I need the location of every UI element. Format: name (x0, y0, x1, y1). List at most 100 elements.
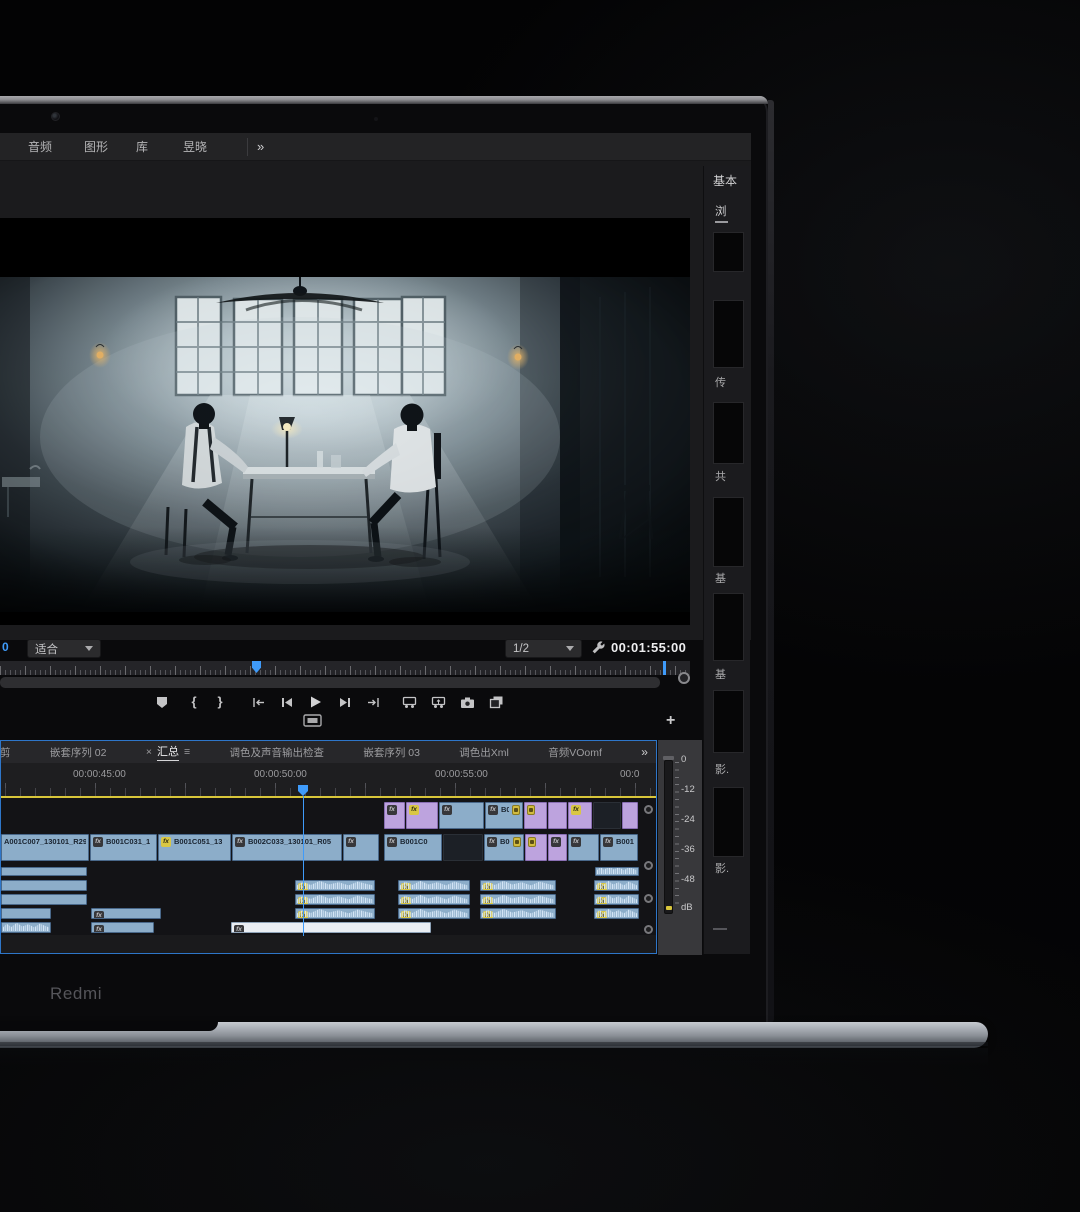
timeline-clip[interactable]: fxB002C033_130101_R05 (232, 834, 342, 861)
fx-badge[interactable]: fx (488, 805, 498, 815)
template-thumbnail[interactable] (713, 232, 744, 272)
timeline-clip[interactable]: fx (480, 894, 556, 905)
timeline-clip[interactable]: fx (384, 802, 405, 829)
monitor-settings-button[interactable] (591, 640, 606, 660)
mark-in-button[interactable]: { (185, 692, 203, 712)
export-frame-button[interactable] (458, 692, 476, 712)
timeline-clip[interactable]: fx (91, 908, 161, 919)
timeline-clip[interactable]: fx (594, 880, 639, 891)
timeline-tab-nested-03[interactable]: 嵌套序列 03 (363, 745, 420, 760)
fx-badge[interactable]: fx (603, 837, 613, 847)
zoom-fit-select[interactable]: 适合 (27, 639, 101, 658)
timeline-tab-color-check[interactable]: 调色及声音输出检查 (229, 745, 324, 760)
timeline-clip[interactable] (1, 908, 51, 919)
timeline-clip[interactable] (1, 880, 87, 891)
close-icon[interactable]: × (146, 746, 152, 758)
add-marker-button[interactable] (153, 692, 171, 712)
timeline-clip[interactable] (1, 922, 51, 933)
timeline-ruler[interactable]: 00:00:45:00 00:00:50:00 00:00:55:00 00:0 (1, 763, 656, 796)
timeline-clip[interactable]: fxB00 (484, 834, 524, 861)
timeline-clip[interactable] (593, 802, 621, 829)
tab-overflow-chevron-icon[interactable]: » (257, 133, 264, 161)
fx-badge[interactable]: fx (234, 925, 244, 933)
timeline-tab-active[interactable]: × 汇总 ≡ (146, 743, 190, 761)
timeline-tab-color-xml[interactable]: 调色出Xml (459, 745, 509, 760)
fx-badge[interactable]: fx (93, 837, 103, 847)
timeline-clip[interactable]: A001C007_130101_R29 (1, 834, 89, 861)
timeline-clip[interactable]: fxB001C051_13 (158, 834, 231, 861)
fx-badge[interactable]: fx (487, 837, 497, 847)
timeline-clip[interactable]: fx (343, 834, 379, 861)
template-thumbnail[interactable] (713, 497, 744, 567)
right-panel-tab[interactable]: 基本 (713, 172, 737, 189)
button-editor-button[interactable] (303, 714, 322, 732)
monitor-horizontal-scrollbar[interactable] (0, 677, 660, 688)
mark-out-button[interactable]: } (211, 692, 229, 712)
right-panel-browse-tab[interactable]: 浏 (715, 203, 727, 219)
step-back-button[interactable] (278, 692, 296, 712)
extract-button[interactable] (429, 692, 447, 712)
fx-badge[interactable]: fx (94, 911, 104, 919)
timeline-clip[interactable] (548, 802, 567, 829)
step-forward-button[interactable] (336, 692, 354, 712)
template-thumbnail[interactable] (713, 402, 744, 464)
timeline-clip[interactable] (1, 894, 87, 905)
timeline-clip[interactable] (622, 802, 638, 829)
tab-audio[interactable]: 音频 (28, 133, 52, 161)
timeline-clip[interactable]: fx (398, 908, 470, 919)
template-thumbnail[interactable] (713, 787, 744, 857)
fx-badge[interactable]: fx (94, 925, 104, 933)
timeline-clip[interactable]: fx (548, 834, 567, 861)
timeline-clip[interactable]: fx (295, 894, 375, 905)
timeline-clip[interactable]: fx (231, 922, 431, 933)
timeline-clip[interactable]: fx (91, 922, 154, 933)
fx-badge[interactable]: fx (409, 805, 419, 815)
timeline-clip[interactable]: fx (295, 880, 375, 891)
fx-badge[interactable]: fx (571, 805, 581, 815)
track-scroll-knob[interactable] (644, 805, 653, 814)
timeline-clip[interactable]: fx (406, 802, 438, 829)
timeline-clip[interactable]: fxB00 (485, 802, 523, 829)
fx-badge[interactable]: fx (387, 805, 397, 815)
template-thumbnail[interactable] (713, 593, 744, 661)
template-thumbnail[interactable] (713, 690, 744, 753)
timeline-clip[interactable]: fxB001 (600, 834, 638, 861)
monitor-scrub-ruler[interactable] (0, 661, 690, 675)
fx-badge[interactable]: fx (571, 837, 581, 847)
track-scroll-knob[interactable] (644, 894, 653, 903)
timeline-clip[interactable]: fx (480, 908, 556, 919)
panel-menu-icon[interactable]: ≡ (184, 746, 190, 758)
timeline-clip[interactable] (525, 834, 547, 861)
fx-badge[interactable]: fx (387, 837, 397, 847)
timeline-tab-audio-vo[interactable]: 音频VOomf (548, 745, 602, 760)
fx-badge[interactable]: fx (346, 837, 356, 847)
timeline-tab-nested-02[interactable]: 嵌套序列 02 (50, 745, 107, 760)
timeline-clip[interactable] (524, 802, 547, 829)
timeline-clip[interactable]: fx (568, 834, 599, 861)
timeline-clip[interactable] (595, 867, 639, 876)
fx-badge[interactable]: fx (161, 837, 171, 847)
timeline-clip[interactable] (1, 867, 87, 876)
timeline-clip[interactable]: fx (594, 894, 639, 905)
timeline-clip[interactable]: fx (439, 802, 484, 829)
panel-resize-handle[interactable] (713, 928, 727, 930)
timeline-clip[interactable]: fx (398, 894, 470, 905)
fx-badge[interactable]: fx (442, 805, 452, 815)
timeline-clip[interactable]: fx (295, 908, 375, 919)
timeline-clip[interactable]: fx (398, 880, 470, 891)
timeline-tab-overflow-chevron-icon[interactable]: » (641, 745, 648, 759)
timeline-clip[interactable] (443, 834, 483, 861)
timeline-clip[interactable]: fx (480, 880, 556, 891)
timeline-clip[interactable]: fx (594, 908, 639, 919)
track-scroll-knob[interactable] (644, 925, 653, 934)
fx-badge[interactable]: fx (551, 837, 561, 847)
timeline-clip[interactable]: fxB001C031_1 (90, 834, 157, 861)
add-button[interactable]: + (666, 712, 675, 730)
timeline-clip[interactable]: fx (568, 802, 592, 829)
tab-yuxiao[interactable]: 昱晓 (183, 133, 207, 161)
fx-badge[interactable]: fx (235, 837, 245, 847)
timeline-tab-clipped[interactable]: 剪 (0, 745, 11, 760)
lift-button[interactable] (400, 692, 418, 712)
tab-library[interactable]: 库 (136, 133, 148, 161)
template-thumbnail[interactable] (713, 300, 744, 368)
